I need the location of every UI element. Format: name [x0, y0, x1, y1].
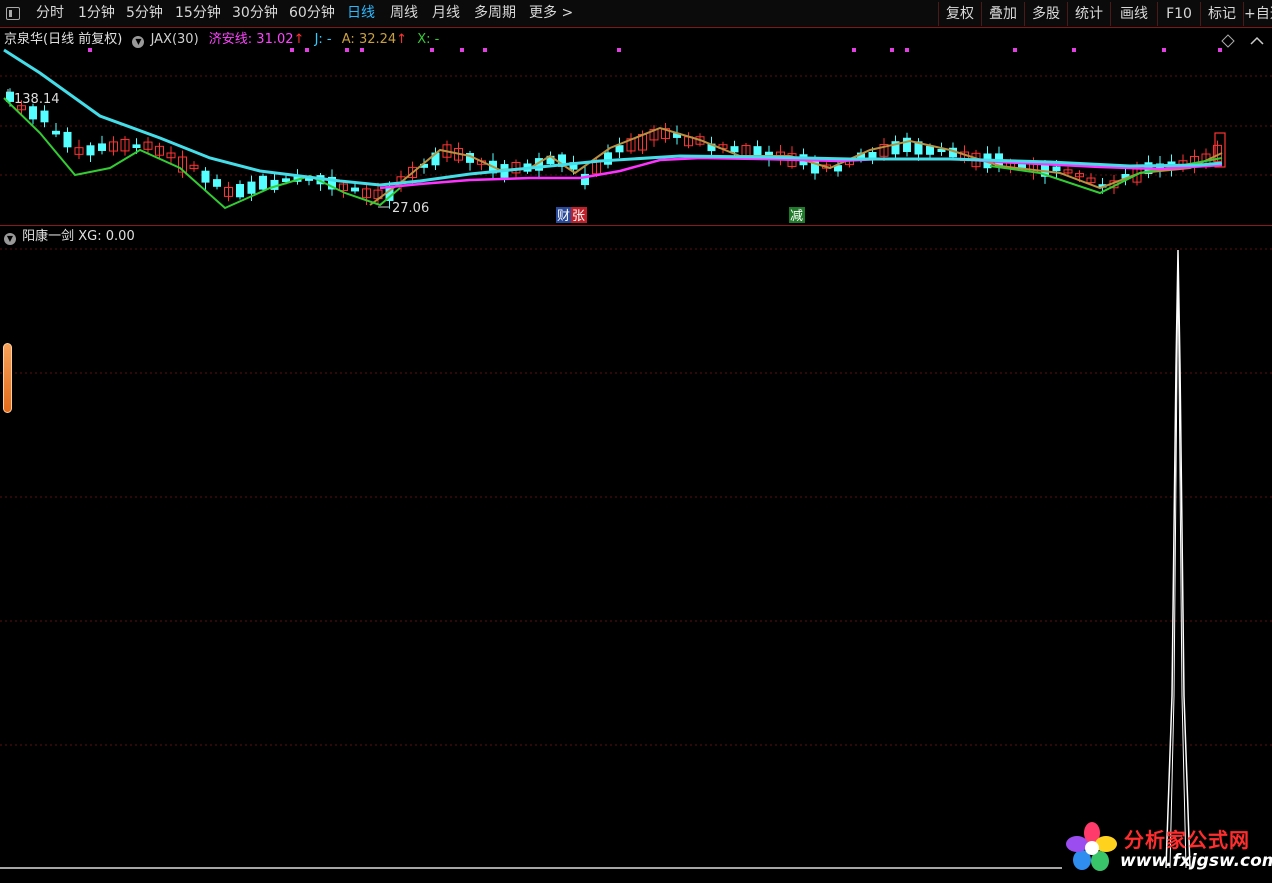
price-panel[interactable]: 138.14 27.06 财 张 减 京泉华(日线 前复权) ▼ JAX(30)…	[0, 28, 1272, 225]
candle-body	[86, 145, 95, 156]
period-monthly[interactable]: 月线	[432, 0, 460, 27]
add-watchlist-button[interactable]: +自选	[1243, 2, 1272, 26]
period-daily[interactable]: 日线	[347, 0, 375, 27]
indicator-chart[interactable]	[0, 226, 1272, 879]
watermark: 分析家公式网 www.fxjgsw.com	[1062, 820, 1272, 876]
period-15min[interactable]: 15分钟	[175, 0, 221, 27]
f10-button[interactable]: F10	[1157, 2, 1200, 26]
flower-logo-icon	[1066, 822, 1117, 871]
mark-button[interactable]: 标记	[1200, 2, 1243, 26]
period-more[interactable]: 更多 >	[529, 0, 573, 27]
jax-up-arrow-icon: ↑	[293, 32, 305, 47]
kline-chart[interactable]: 138.14 27.06 财 张 减	[0, 28, 1272, 225]
signal-dot	[890, 48, 894, 52]
tag-zhang: 张	[572, 209, 585, 224]
indicator-panel[interactable]: ▼ 阳康一剑 XG: 0.00	[0, 226, 1272, 879]
candle-body	[52, 130, 60, 135]
chevron-down-icon[interactable]: ▼	[4, 233, 16, 245]
xg-spike-outer	[1165, 249, 1191, 869]
candle-body	[201, 170, 210, 183]
collapse-up-icon[interactable]	[1250, 36, 1264, 45]
a-up-arrow-icon: ↑	[396, 32, 408, 47]
period-multi[interactable]: 多周期	[474, 0, 516, 27]
fuquan-button[interactable]: 复权	[938, 2, 981, 26]
period-1min[interactable]: 1分钟	[78, 0, 115, 27]
tag-jian: 减	[790, 209, 803, 224]
signal-dot	[617, 48, 621, 52]
candle-body	[132, 144, 141, 148]
period-toolbar: 分时 1分钟 5分钟 15分钟 30分钟 60分钟 日线 周线 月线 多周期 更…	[0, 0, 1272, 28]
candle-body	[236, 184, 244, 198]
stock-title: 京泉华(日线 前复权)	[4, 32, 123, 47]
candle-body	[351, 187, 359, 192]
jax-value: 济安线: 31.02	[208, 32, 294, 47]
signal-dot	[1072, 48, 1076, 52]
candle-body	[753, 146, 762, 156]
candle-body	[213, 179, 221, 187]
chevron-down-icon[interactable]: ▼	[132, 36, 145, 48]
price-legend: 京泉华(日线 前复权) ▼ JAX(30) 济安线: 31.02↑ J: - A…	[4, 30, 439, 50]
signal-dot	[483, 48, 487, 52]
low-price-label: 27.06	[392, 201, 429, 216]
candle-body	[730, 146, 739, 153]
a-value: A: 32.24	[341, 32, 397, 47]
high-price-label: 138.14	[14, 92, 60, 107]
period-weekly[interactable]: 周线	[390, 0, 418, 27]
candle-body	[903, 137, 911, 152]
candle-body	[29, 106, 37, 120]
panel-toggle-icon[interactable]	[6, 7, 20, 20]
candle-body	[1052, 166, 1061, 172]
candle-body	[604, 152, 612, 165]
candle-body	[247, 181, 256, 194]
tag-cai: 财	[557, 209, 570, 224]
indicator-name: JAX(30)	[150, 32, 199, 47]
candle-body	[259, 175, 267, 190]
candle-body	[926, 145, 934, 155]
signal-dot	[905, 48, 909, 52]
signal-dot	[1218, 48, 1222, 52]
xg-spike-inner	[1169, 265, 1187, 869]
period-5min[interactable]: 5分钟	[126, 0, 163, 27]
candle-body	[40, 110, 49, 123]
statistics-button[interactable]: 统计	[1067, 2, 1110, 26]
x-value: X: -	[417, 32, 440, 47]
j-value: J: -	[314, 32, 332, 47]
multi-stock-button[interactable]: 多股	[1024, 2, 1067, 26]
watermark-title: 分析家公式网	[1124, 828, 1250, 852]
draw-line-button[interactable]: 画线	[1110, 2, 1157, 26]
signal-dot	[1162, 48, 1166, 52]
overlay-button[interactable]: 叠加	[981, 2, 1024, 26]
signal-dot	[852, 48, 856, 52]
candle-body	[98, 143, 106, 151]
period-fenshi[interactable]: 分时	[36, 0, 64, 27]
indicator-legend: ▼ 阳康一剑 XG: 0.00	[4, 227, 135, 247]
x-line	[3, 97, 1223, 210]
indicator-title: 阳康一剑 XG: 0.00	[22, 229, 135, 244]
signal-dot	[1013, 48, 1017, 52]
period-60min[interactable]: 60分钟	[289, 0, 335, 27]
watermark-url: www.fxjgsw.com	[1120, 851, 1272, 871]
signal-dot	[460, 48, 464, 52]
vertical-scroll-handle[interactable]	[3, 343, 12, 413]
period-30min[interactable]: 30分钟	[232, 0, 278, 27]
diamond-icon[interactable]	[1221, 34, 1235, 48]
candle-body	[63, 131, 72, 148]
